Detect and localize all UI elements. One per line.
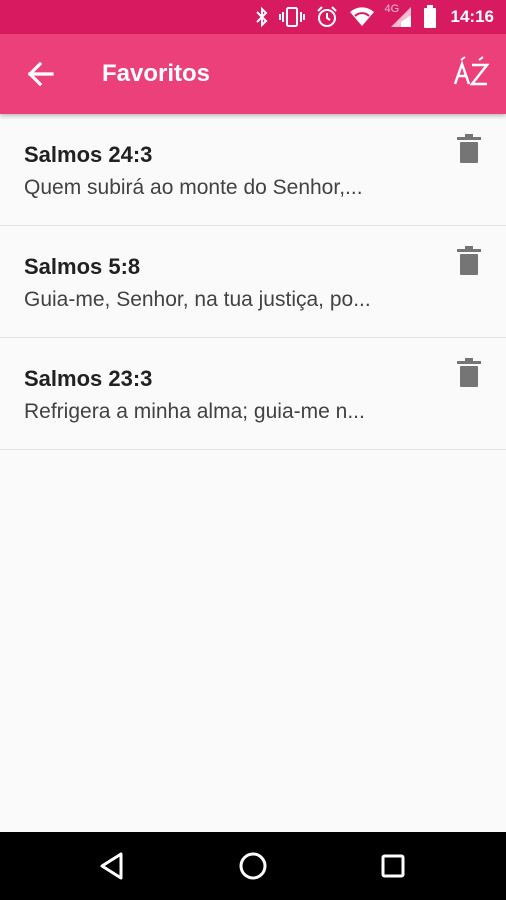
back-button[interactable] bbox=[22, 56, 58, 92]
nav-home-button[interactable] bbox=[236, 849, 270, 883]
favorite-title: Salmos 23:3 bbox=[24, 366, 153, 391]
app-bar: Favoritos bbox=[0, 34, 506, 114]
vibrate-icon bbox=[278, 7, 305, 27]
favorite-item[interactable]: Salmos 24:3 Quem subirá ao monte do Senh… bbox=[0, 114, 506, 226]
favorite-text: Quem subirá ao monte do Senhor,... bbox=[24, 176, 363, 199]
sort-az-button[interactable] bbox=[452, 56, 492, 92]
favorites-list: Salmos 24:3 Quem subirá ao monte do Senh… bbox=[0, 114, 506, 450]
sort-az-icon bbox=[453, 56, 490, 86]
navigation-bar bbox=[0, 832, 506, 900]
delete-button[interactable] bbox=[456, 246, 482, 276]
nav-recents-button[interactable] bbox=[376, 849, 410, 883]
favorite-item[interactable]: Salmos 23:3 Refrigera a minha alma; guia… bbox=[0, 338, 506, 450]
recents-square-icon bbox=[381, 854, 405, 878]
favorite-item[interactable]: Salmos 5:8 Guia-me, Senhor, na tua justi… bbox=[0, 226, 506, 338]
favorite-title: Salmos 5:8 bbox=[24, 254, 141, 279]
trash-icon bbox=[457, 358, 481, 387]
wifi-icon bbox=[349, 7, 374, 26]
home-circle-icon bbox=[239, 852, 267, 880]
alarm-icon bbox=[316, 6, 337, 27]
page-title: Favoritos bbox=[102, 60, 211, 87]
trash-icon bbox=[457, 246, 481, 275]
signal-icon bbox=[390, 7, 411, 27]
arrow-back-icon bbox=[27, 61, 54, 87]
bluetooth-icon bbox=[255, 6, 267, 28]
delete-button[interactable] bbox=[456, 134, 482, 164]
delete-button[interactable] bbox=[456, 358, 482, 388]
favorite-text: Refrigera a minha alma; guia-me n... bbox=[24, 400, 365, 423]
status-time: 14:16 bbox=[450, 7, 494, 26]
status-bar: 4G 14:16 bbox=[0, 0, 506, 34]
nav-back-button[interactable] bbox=[96, 849, 130, 883]
battery-icon bbox=[423, 5, 436, 28]
favorite-title: Salmos 24:3 bbox=[24, 142, 153, 167]
back-triangle-icon bbox=[100, 852, 123, 880]
signal-indicator: 4G bbox=[385, 3, 413, 29]
trash-icon bbox=[457, 134, 481, 163]
favorite-text: Guia-me, Senhor, na tua justiça, po... bbox=[24, 288, 371, 311]
